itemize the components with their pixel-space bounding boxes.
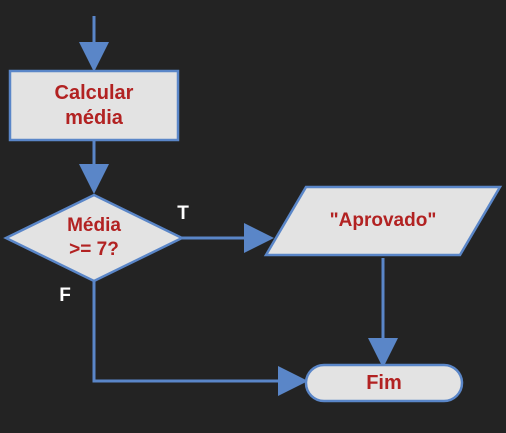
false-branch-arrow [92,281,308,396]
false-branch-label: F [59,285,71,307]
true-branch-label: T [177,203,189,225]
decision-label: Média >= 7? [67,215,121,260]
output-label: "Aprovado" [329,210,437,232]
flowchart: Calcular média Média >= 7? T F "Aprovado… [0,0,506,433]
terminal-label: Fim [366,371,402,394]
process-label: Calcular média [54,81,134,129]
